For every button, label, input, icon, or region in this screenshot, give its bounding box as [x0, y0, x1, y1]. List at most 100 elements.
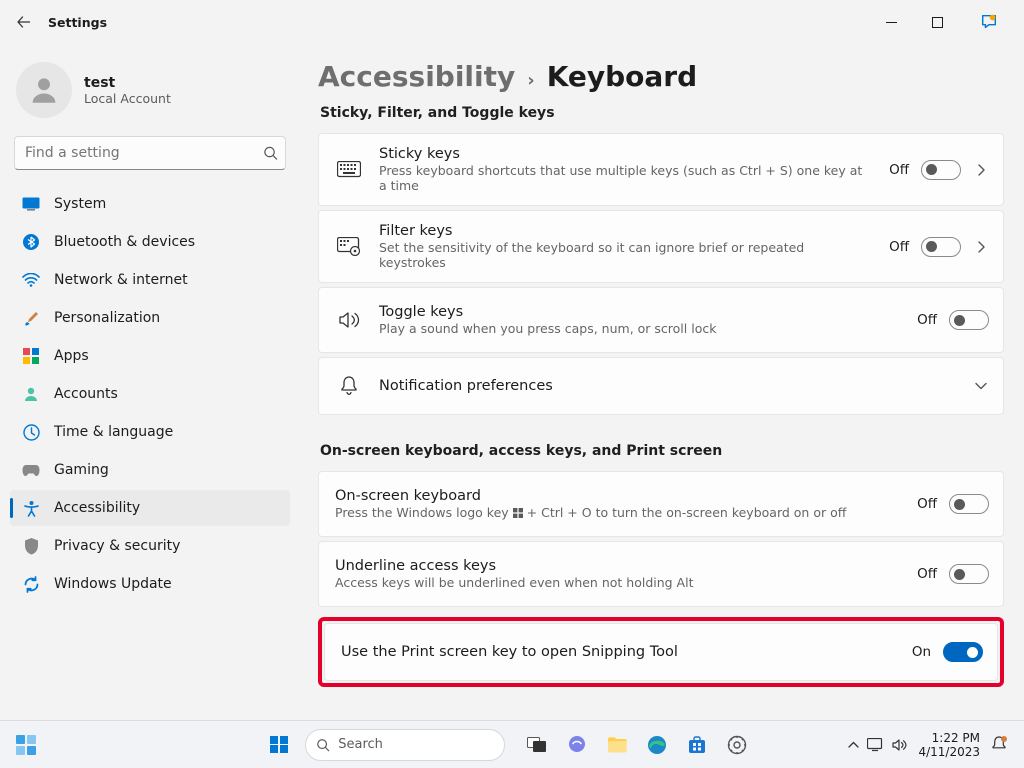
- toggle-toggle-keys[interactable]: [949, 310, 989, 330]
- setting-underline-access-keys[interactable]: Underline access keys Access keys will b…: [318, 541, 1004, 607]
- setting-description: Access keys will be underlined even when…: [335, 575, 901, 590]
- taskbar-chat[interactable]: [559, 727, 595, 763]
- taskbar-store[interactable]: [679, 727, 715, 763]
- sidebar-item-label: Time & language: [54, 424, 173, 440]
- sidebar-item-privacy[interactable]: Privacy & security: [10, 528, 290, 564]
- sidebar-item-accessibility[interactable]: Accessibility: [10, 490, 290, 526]
- setting-on-screen-keyboard[interactable]: On-screen keyboard Press the Windows log…: [318, 471, 1004, 537]
- chevron-up-icon[interactable]: [848, 741, 859, 749]
- system-tray[interactable]: [848, 738, 908, 752]
- taskbar-clock[interactable]: 1:22 PM 4/11/2023: [918, 731, 980, 759]
- setting-title: Filter keys: [379, 223, 873, 239]
- sidebar-item-update[interactable]: Windows Update: [10, 566, 290, 602]
- sidebar-item-label: Privacy & security: [54, 538, 180, 554]
- notification-center-button[interactable]: [990, 735, 1010, 755]
- page-title: Keyboard: [547, 60, 697, 93]
- chevron-right-icon[interactable]: [973, 164, 989, 176]
- display-icon: [22, 195, 40, 213]
- account-type: Local Account: [84, 91, 171, 106]
- sidebar-item-accounts[interactable]: Accounts: [10, 376, 290, 412]
- chevron-down-icon[interactable]: [973, 382, 989, 390]
- clock-time: 1:22 PM: [918, 731, 980, 745]
- sidebar-item-system[interactable]: System: [10, 186, 290, 222]
- person-icon: [22, 385, 40, 403]
- taskbar-search[interactable]: Search: [305, 729, 505, 761]
- sidebar-item-time[interactable]: Time & language: [10, 414, 290, 450]
- setting-notification-preferences[interactable]: Notification preferences: [318, 357, 1004, 415]
- keyboard-gear-icon: [335, 237, 363, 256]
- sidebar-item-label: Apps: [54, 348, 89, 364]
- setting-title: Underline access keys: [335, 558, 901, 574]
- sidebar-item-label: Gaming: [54, 462, 109, 478]
- taskbar-explorer[interactable]: [599, 727, 635, 763]
- sidebar-item-bluetooth[interactable]: Bluetooth & devices: [10, 224, 290, 260]
- section-label-osk: On-screen keyboard, access keys, and Pri…: [320, 443, 1004, 459]
- account-block[interactable]: test Local Account: [10, 56, 290, 136]
- arrow-left-icon: [16, 14, 32, 30]
- setting-title: Toggle keys: [379, 304, 901, 320]
- sidebar-item-apps[interactable]: Apps: [10, 338, 290, 374]
- setting-sticky-keys[interactable]: Sticky keys Press keyboard shortcuts tha…: [318, 133, 1004, 206]
- setting-description: Press the Windows logo key + Ctrl + O to…: [335, 505, 901, 520]
- avatar: [16, 62, 72, 118]
- shield-icon: [22, 537, 40, 555]
- toggle-filter-keys[interactable]: [921, 237, 961, 257]
- sidebar-item-label: Windows Update: [54, 576, 172, 592]
- chevron-right-icon: ›: [527, 70, 534, 91]
- chevron-right-icon[interactable]: [973, 241, 989, 253]
- task-view-button[interactable]: [519, 727, 555, 763]
- search-input[interactable]: [14, 136, 286, 170]
- widgets-button[interactable]: [8, 727, 44, 763]
- search-icon: [263, 146, 278, 161]
- store-icon: [688, 736, 706, 754]
- toggle-state: On: [912, 644, 931, 660]
- toggle-underline-access-keys[interactable]: [949, 564, 989, 584]
- maximize-button[interactable]: [914, 6, 960, 38]
- clock-date: 4/11/2023: [918, 745, 980, 759]
- start-button[interactable]: [261, 727, 297, 763]
- task-view-icon: [527, 737, 547, 753]
- apps-icon: [22, 347, 40, 365]
- person-icon: [27, 73, 61, 107]
- sidebar-item-network[interactable]: Network & internet: [10, 262, 290, 298]
- toggle-state: Off: [889, 239, 909, 255]
- brush-icon: [22, 309, 40, 327]
- keyboard-icon: [335, 161, 363, 178]
- feedback-button[interactable]: [966, 6, 1012, 38]
- toggle-state: Off: [917, 312, 937, 328]
- toggle-on-screen-keyboard[interactable]: [949, 494, 989, 514]
- toggle-print-screen-snipping[interactable]: [943, 642, 983, 662]
- network-tray-icon[interactable]: [867, 738, 884, 752]
- back-button[interactable]: [8, 6, 40, 38]
- sidebar-item-gaming[interactable]: Gaming: [10, 452, 290, 488]
- taskbar-search-placeholder: Search: [338, 737, 383, 752]
- setting-title: Notification preferences: [379, 378, 957, 394]
- breadcrumb-parent[interactable]: Accessibility: [318, 60, 515, 93]
- sidebar-item-personalization[interactable]: Personalization: [10, 300, 290, 336]
- minimize-icon: [886, 17, 897, 28]
- highlighted-setting: Use the Print screen key to open Snippin…: [318, 617, 1004, 687]
- minimize-button[interactable]: [868, 6, 914, 38]
- toggle-state: Off: [917, 496, 937, 512]
- maximize-icon: [932, 17, 943, 28]
- setting-print-screen-snipping[interactable]: Use the Print screen key to open Snippin…: [324, 623, 998, 681]
- setting-title: On-screen keyboard: [335, 488, 901, 504]
- sidebar-item-label: System: [54, 196, 106, 212]
- taskbar-settings[interactable]: [719, 727, 755, 763]
- search-icon: [316, 738, 330, 752]
- windows-logo-icon: [270, 736, 288, 754]
- setting-description: Press keyboard shortcuts that use multip…: [379, 163, 873, 193]
- bluetooth-icon: [22, 233, 40, 251]
- volume-tray-icon[interactable]: [892, 738, 908, 752]
- setting-toggle-keys[interactable]: Toggle keys Play a sound when you press …: [318, 287, 1004, 353]
- titlebar: Settings: [0, 0, 1024, 44]
- taskbar-edge[interactable]: [639, 727, 675, 763]
- setting-description: Play a sound when you press caps, num, o…: [379, 321, 901, 336]
- sidebar-item-label: Personalization: [54, 310, 160, 326]
- breadcrumb: Accessibility › Keyboard: [318, 60, 1004, 93]
- setting-filter-keys[interactable]: Filter keys Set the sensitivity of the k…: [318, 210, 1004, 283]
- chat-icon: [567, 735, 587, 755]
- sidebar-item-label: Network & internet: [54, 272, 188, 288]
- toggle-sticky-keys[interactable]: [921, 160, 961, 180]
- accessibility-icon: [22, 499, 40, 517]
